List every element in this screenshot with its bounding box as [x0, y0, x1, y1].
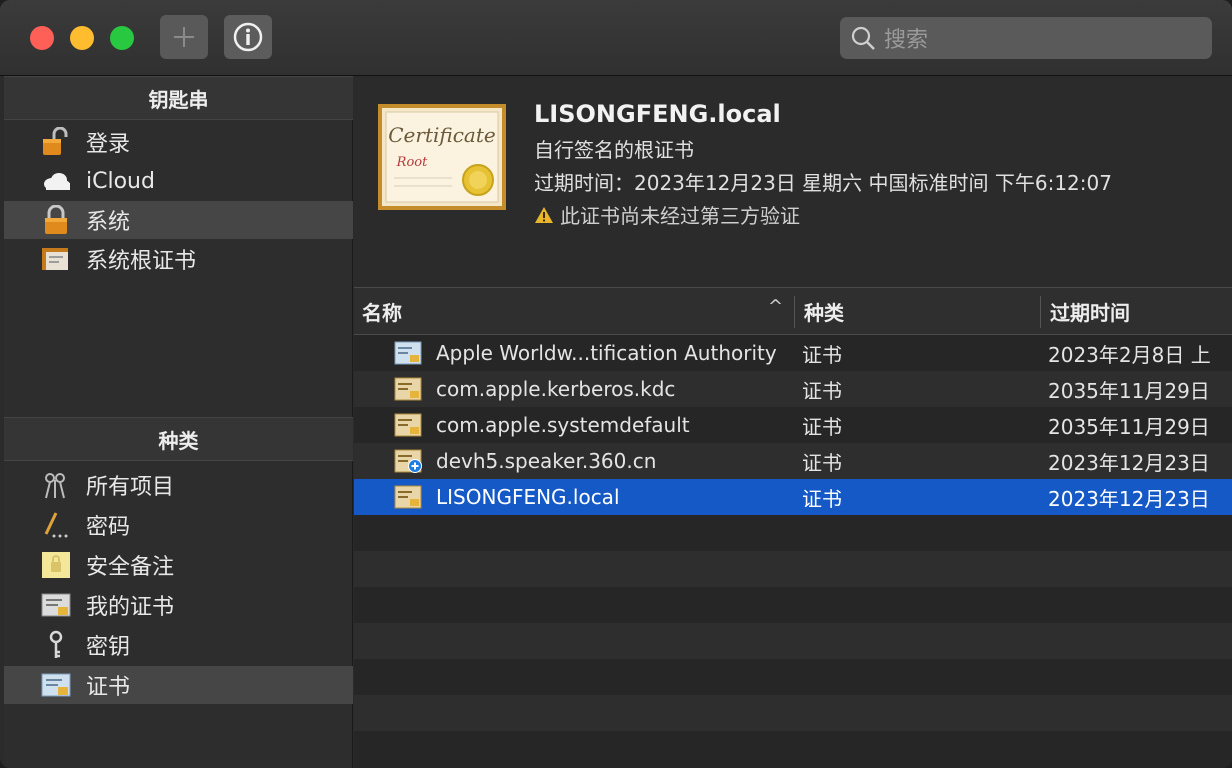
certificate-subtitle: 自行签名的根证书 — [534, 138, 694, 162]
row-expiry: 2035年11月29日 — [1048, 414, 1210, 439]
column-header-name[interactable]: 名称 — [362, 288, 792, 334]
table-header: 名称 ^ 种类 过期时间 — [354, 287, 1232, 335]
pen-icon — [40, 510, 72, 540]
row-kind: 证书 — [802, 342, 842, 367]
warning-icon — [535, 206, 553, 223]
sidebar-item-label: iCloud — [86, 168, 155, 194]
badge-text-sub: Root — [396, 155, 428, 170]
key-icon — [40, 630, 72, 660]
add-item-button[interactable] — [160, 15, 208, 59]
column-divider[interactable] — [794, 296, 795, 328]
column-header-kind[interactable]: 种类 — [804, 288, 1034, 334]
table-row-selected[interactable]: LISONGFENG.local 证书 2023年12月23日 — [354, 479, 1232, 515]
plus-icon — [174, 27, 194, 47]
empty-row — [354, 731, 1232, 767]
row-name: LISONGFENG.local — [436, 485, 620, 509]
sort-ascending-icon: ^ — [768, 296, 784, 317]
note-icon — [40, 550, 72, 580]
row-kind: 证书 — [802, 378, 842, 403]
sidebar-item-passwords[interactable]: 密码 — [4, 506, 353, 544]
badge-text-main: Certificate — [388, 123, 495, 147]
empty-row — [354, 695, 1232, 731]
certificate-detail: Certificate Root LISONGFENG.local 自行签名的根… — [354, 76, 1232, 287]
row-kind: 证书 — [802, 450, 842, 475]
my-certificate-icon — [40, 590, 72, 620]
certificate-table: 名称 ^ 种类 过期时间 Apple Worldw...tification A… — [354, 287, 1232, 768]
cabinet-icon — [40, 244, 72, 274]
sidebar-item-label: 登录 — [86, 132, 131, 157]
info-button[interactable] — [224, 15, 272, 59]
sidebar-item-label: 所有项目 — [86, 475, 175, 500]
sidebar-item-login[interactable]: 登录 — [4, 123, 353, 161]
search-icon — [851, 26, 875, 50]
row-name: devh5.speaker.360.cn — [436, 449, 657, 473]
empty-row — [354, 623, 1232, 659]
sidebar: 钥匙串 登录 iCloud 系统 系统根证书 种类 所有项目 密码 安全备注 我… — [4, 76, 353, 768]
blue-certificate-icon — [394, 341, 422, 365]
sidebar-item-label: 安全备注 — [86, 555, 175, 580]
certificate-icon — [394, 485, 422, 509]
close-window-button[interactable] — [30, 26, 54, 50]
row-name: Apple Worldw...tification Authority — [436, 341, 777, 365]
sidebar-item-my-certificates[interactable]: 我的证书 — [4, 586, 353, 624]
row-kind: 证书 — [802, 486, 842, 511]
row-name: com.apple.systemdefault — [436, 413, 690, 437]
zoom-window-button[interactable] — [110, 26, 134, 50]
table-row[interactable]: com.apple.kerberos.kdc 证书 2035年11月29日 — [354, 371, 1232, 407]
sidebar-item-system[interactable]: 系统 — [4, 201, 353, 239]
toolbar: 搜索 — [0, 0, 1232, 76]
row-name: com.apple.kerberos.kdc — [436, 377, 676, 401]
sidebar-item-label: 密码 — [86, 515, 131, 540]
minimize-window-button[interactable] — [70, 26, 94, 50]
unlocked-padlock-icon — [40, 127, 72, 157]
table-row[interactable]: devh5.speaker.360.cn 证书 2023年12月23日 — [354, 443, 1232, 479]
keychain-window: 搜索 钥匙串 登录 iCloud 系统 系统根证书 种类 所有项目 密码 安全备… — [0, 0, 1232, 768]
padlock-icon — [40, 205, 72, 235]
sidebar-item-label: 我的证书 — [86, 595, 175, 620]
row-expiry: 2023年12月23日 — [1048, 486, 1210, 511]
certificate-icon — [40, 670, 72, 700]
sidebar-item-label: 证书 — [86, 675, 131, 700]
certificate-icon — [394, 413, 422, 437]
column-divider[interactable] — [1040, 296, 1041, 328]
search-field[interactable]: 搜索 — [840, 17, 1212, 59]
sidebar-item-all-items[interactable]: 所有项目 — [4, 466, 353, 504]
sidebar-item-certificates[interactable]: 证书 — [4, 666, 353, 704]
category-header: 种类 — [4, 417, 353, 461]
table-row[interactable]: com.apple.systemdefault 证书 2035年11月29日 — [354, 407, 1232, 443]
certificate-badge-icon: Certificate Root — [378, 104, 506, 210]
sidebar-item-keys[interactable]: 密钥 — [4, 626, 353, 664]
empty-row — [354, 587, 1232, 623]
cloud-icon — [40, 166, 72, 196]
column-header-expiry[interactable]: 过期时间 — [1050, 288, 1232, 334]
sidebar-item-label: 密钥 — [86, 635, 131, 660]
certificate-warning: 此证书尚未经过第三方验证 — [534, 200, 800, 229]
info-icon — [233, 22, 263, 52]
row-kind: 证书 — [802, 414, 842, 439]
certificate-expiry: 过期时间：2023年12月23日 星期六 中国标准时间 下午6:12:07 — [534, 171, 1112, 195]
empty-row — [354, 515, 1232, 551]
row-expiry: 2035年11月29日 — [1048, 378, 1210, 403]
all-items-icon — [40, 470, 72, 500]
sidebar-item-system-roots[interactable]: 系统根证书 — [4, 240, 353, 278]
table-row[interactable]: Apple Worldw...tification Authority 证书 2… — [354, 335, 1232, 371]
keychains-header: 钥匙串 — [4, 76, 353, 120]
row-expiry: 2023年2月8日 上 — [1048, 342, 1211, 367]
certificate-plus-icon — [394, 449, 422, 473]
sidebar-item-label: 系统 — [86, 210, 131, 235]
search-placeholder: 搜索 — [884, 28, 929, 53]
empty-row — [354, 551, 1232, 587]
empty-row — [354, 659, 1232, 695]
sidebar-item-icloud[interactable]: iCloud — [4, 162, 353, 200]
certificate-icon — [394, 377, 422, 401]
warning-text: 此证书尚未经过第三方验证 — [560, 204, 800, 228]
sidebar-item-secure-notes[interactable]: 安全备注 — [4, 546, 353, 584]
row-expiry: 2023年12月23日 — [1048, 450, 1210, 475]
sidebar-item-label: 系统根证书 — [86, 249, 197, 274]
certificate-title: LISONGFENG.local — [534, 100, 781, 128]
